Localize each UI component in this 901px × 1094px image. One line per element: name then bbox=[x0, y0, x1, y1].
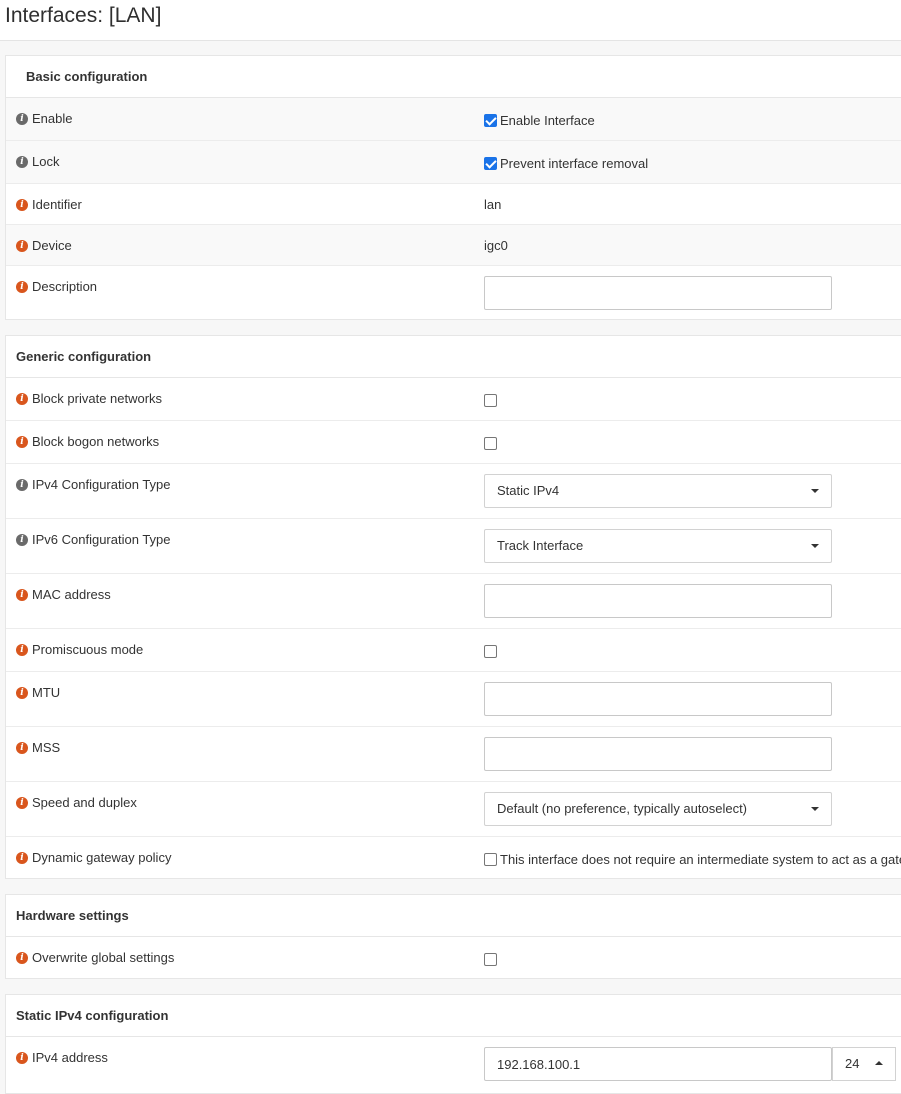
subnet-select[interactable]: 24 bbox=[832, 1047, 896, 1081]
speed-duplex-label: Speed and duplex bbox=[32, 795, 137, 810]
info-icon[interactable]: i bbox=[16, 239, 28, 252]
hardware-settings-section: Hardware settings i Overwrite global sett… bbox=[5, 894, 901, 979]
device-label: Device bbox=[32, 238, 72, 253]
info-icon[interactable]: i bbox=[16, 533, 28, 546]
ipv6-type-select[interactable]: Track Interface bbox=[484, 529, 832, 563]
section-title: Hardware settings bbox=[6, 895, 901, 937]
info-icon[interactable]: i bbox=[16, 796, 28, 809]
lock-label: Lock bbox=[32, 154, 60, 169]
prevent-removal-checkbox[interactable] bbox=[484, 157, 497, 171]
info-icon[interactable]: i bbox=[16, 478, 28, 491]
ipv6-type-row: i IPv6 Configuration Type Track Interface bbox=[6, 519, 901, 574]
caret-down-icon bbox=[811, 544, 819, 548]
info-icon[interactable]: i bbox=[16, 112, 28, 125]
lock-row: i Lock Prevent interface removal bbox=[6, 141, 901, 184]
info-icon[interactable]: i bbox=[16, 951, 28, 964]
block-bogon-label: Block bogon networks bbox=[32, 434, 160, 449]
ipv6-type-label: IPv6 Configuration Type bbox=[32, 532, 171, 547]
mac-address-input[interactable] bbox=[484, 584, 832, 618]
prevent-removal-label[interactable]: Prevent interface removal bbox=[500, 156, 648, 171]
info-icon[interactable]: i bbox=[16, 392, 28, 405]
mtu-row: i MTU bbox=[6, 672, 901, 727]
page-title: Interfaces: [LAN] bbox=[5, 4, 162, 27]
info-icon[interactable]: i bbox=[16, 643, 28, 656]
ipv4-address-label: IPv4 address bbox=[32, 1050, 108, 1065]
promiscuous-row: i Promiscuous mode bbox=[6, 629, 901, 672]
ipv4-type-label: IPv4 Configuration Type bbox=[32, 477, 171, 492]
speed-duplex-select[interactable]: Default (no preference, typically autose… bbox=[484, 792, 832, 826]
ipv4-address-input[interactable] bbox=[484, 1047, 832, 1081]
enable-interface-checkbox[interactable] bbox=[484, 114, 497, 128]
overwrite-row: i Overwrite global settings bbox=[6, 937, 901, 978]
block-private-label: Block private networks bbox=[32, 391, 163, 406]
info-icon[interactable]: i bbox=[16, 198, 28, 211]
info-icon[interactable]: i bbox=[16, 686, 28, 699]
promiscuous-checkbox[interactable] bbox=[484, 645, 497, 659]
identifier-row: i Identifier lan bbox=[6, 184, 901, 225]
enable-interface-label[interactable]: Enable Interface bbox=[500, 113, 595, 128]
speed-duplex-row: i Speed and duplex Default (no preference… bbox=[6, 782, 901, 837]
info-icon[interactable]: i bbox=[16, 155, 28, 168]
mss-row: i MSS bbox=[6, 727, 901, 782]
enable-row: i Enable Enable Interface bbox=[6, 98, 901, 141]
caret-down-icon bbox=[811, 489, 819, 493]
ipv4-type-select[interactable]: Static IPv4 bbox=[484, 474, 832, 508]
block-private-checkbox[interactable] bbox=[484, 394, 497, 408]
generic-configuration-section: Generic configuration i Block private net… bbox=[5, 335, 901, 879]
section-title: Generic configuration bbox=[6, 336, 901, 378]
mss-input[interactable] bbox=[484, 737, 832, 771]
info-icon[interactable]: i bbox=[16, 741, 28, 754]
description-input[interactable] bbox=[484, 276, 832, 310]
description-row: i Description bbox=[6, 266, 901, 319]
ipv4-type-row: i IPv4 Configuration Type Static IPv4 bbox=[6, 464, 901, 519]
info-icon[interactable]: i bbox=[16, 588, 28, 601]
dynamic-gateway-checkbox[interactable] bbox=[484, 853, 497, 867]
section-title: Basic configuration bbox=[6, 56, 901, 98]
block-private-row: i Block private networks bbox=[6, 378, 901, 421]
promiscuous-label: Promiscuous mode bbox=[32, 642, 144, 657]
identifier-value: lan bbox=[484, 197, 502, 212]
caret-down-icon bbox=[811, 807, 819, 811]
info-icon[interactable]: i bbox=[16, 280, 28, 293]
mtu-input[interactable] bbox=[484, 682, 832, 716]
static-ipv4-section: Static IPv4 configuration i IPv4 address … bbox=[5, 994, 901, 1094]
section-title: Static IPv4 configuration bbox=[6, 995, 901, 1037]
dynamic-gateway-checkbox-label[interactable]: This interface does not require an inter… bbox=[500, 852, 901, 867]
caret-up-icon bbox=[875, 1061, 883, 1065]
info-icon[interactable]: i bbox=[16, 1051, 28, 1064]
overwrite-global-checkbox[interactable] bbox=[484, 953, 497, 967]
device-value: igc0 bbox=[484, 238, 508, 253]
mss-label: MSS bbox=[32, 740, 61, 755]
identifier-label: Identifier bbox=[32, 197, 82, 212]
dynamic-gateway-label: Dynamic gateway policy bbox=[32, 850, 172, 865]
mtu-label: MTU bbox=[32, 685, 61, 700]
dynamic-gateway-row: i Dynamic gateway policy This interface d… bbox=[6, 837, 901, 878]
overwrite-label: Overwrite global settings bbox=[32, 950, 175, 965]
mac-row: i MAC address bbox=[6, 574, 901, 629]
mac-label: MAC address bbox=[32, 587, 111, 602]
description-label: Description bbox=[32, 279, 98, 294]
device-row: i Device igc0 bbox=[6, 225, 901, 266]
page-header: Interfaces: [LAN] bbox=[0, 0, 901, 41]
block-bogon-checkbox[interactable] bbox=[484, 437, 497, 451]
info-icon[interactable]: i bbox=[16, 851, 28, 864]
block-bogon-row: i Block bogon networks bbox=[6, 421, 901, 464]
ipv4-address-row: i IPv4 address 24 bbox=[6, 1037, 901, 1093]
basic-configuration-section: Basic configuration i Enable Enable Inter… bbox=[5, 55, 901, 320]
info-icon[interactable]: i bbox=[16, 435, 28, 448]
enable-label: Enable bbox=[32, 111, 73, 126]
